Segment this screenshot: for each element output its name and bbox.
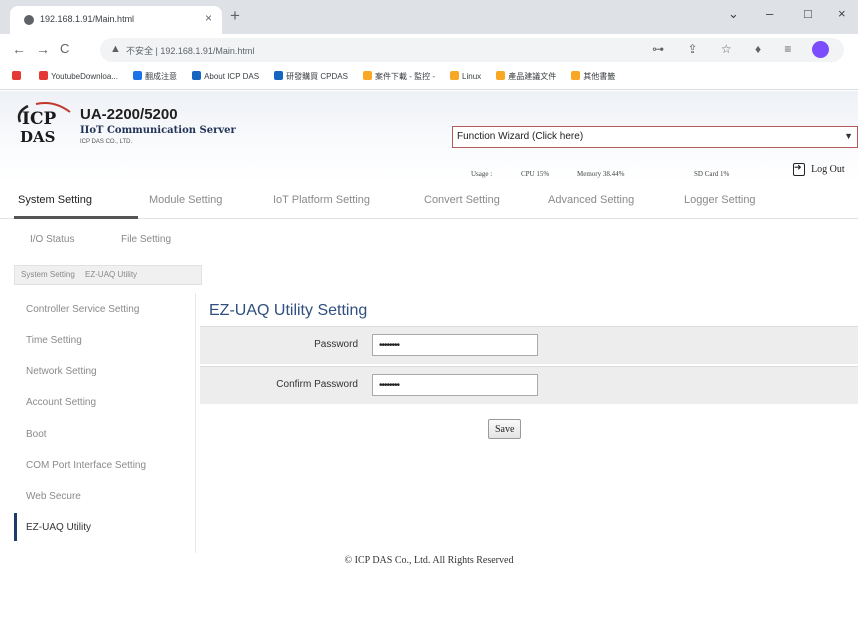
logo-text-bottom: DAS xyxy=(20,128,55,146)
sidebar-item-time[interactable]: Time Setting xyxy=(26,335,82,346)
tab-search-icon[interactable]: ⌄ xyxy=(728,6,739,22)
globe-icon xyxy=(24,15,34,25)
folder-icon xyxy=(571,71,581,80)
back-button[interactable]: ← xyxy=(12,41,26,57)
bookmark-item[interactable] xyxy=(12,71,24,81)
bookmark-icon xyxy=(12,71,21,80)
logout-button[interactable]: Log Out xyxy=(793,162,845,176)
logo-text-top: ICP xyxy=(22,109,56,129)
chevron-down-icon: ▼ xyxy=(844,131,853,141)
new-tab-button[interactable]: + xyxy=(230,6,240,26)
omnibox-icons[interactable]: ⊶ ⇪ ☆ xyxy=(652,42,741,56)
breadcrumb-separator xyxy=(79,270,81,279)
function-wizard-select[interactable]: Function Wizard (Click here) ▼ xyxy=(452,126,858,148)
tab-convert-setting[interactable]: Convert Setting xyxy=(424,194,500,206)
youtube-icon xyxy=(39,71,49,80)
breadcrumb-item[interactable]: System Setting xyxy=(21,270,75,279)
subtab-file-setting[interactable]: File Setting xyxy=(121,234,171,245)
breadcrumb-item[interactable]: EZ-UAQ Utility xyxy=(85,270,137,279)
breadcrumb: System Setting EZ-UAQ Utility xyxy=(14,265,202,285)
cpu-usage: CPU 15% xyxy=(521,170,550,178)
page-title: EZ-UAQ Utility Setting xyxy=(209,302,368,319)
security-label: 不安全 xyxy=(126,46,154,56)
sidebar-item-web-secure[interactable]: Web Secure xyxy=(26,491,81,502)
bookmark-icon xyxy=(274,71,284,80)
product-model: UA-2200/5200 xyxy=(80,106,178,123)
reload-button[interactable]: C xyxy=(60,41,69,56)
bookmark-item[interactable]: 產品建議文件 xyxy=(496,71,556,82)
close-window-button[interactable]: × xyxy=(838,6,846,21)
forward-button[interactable]: → xyxy=(36,41,50,57)
url-text: 192.168.1.91/Main.html xyxy=(160,46,255,56)
address-bar[interactable]: ▲ 不安全 | 192.168.1.91/Main.html ⊶ ⇪ ☆ ♦ ≡… xyxy=(100,38,844,62)
memory-usage: Memory 38.44% xyxy=(577,170,625,178)
profile-avatar[interactable] xyxy=(812,41,829,58)
bookmark-icon xyxy=(192,71,202,80)
product-subtitle: IIoT Communication Server xyxy=(80,125,236,136)
confirm-password-label: Confirm Password xyxy=(276,379,358,390)
confirm-password-row: Confirm Password xyxy=(200,366,858,404)
tab-advanced-setting[interactable]: Advanced Setting xyxy=(548,194,634,206)
sidebar-item-ez-uaq[interactable]: EZ-UAQ Utility xyxy=(26,522,91,533)
password-row: Password xyxy=(200,326,858,364)
bookmark-item[interactable]: 翻成注意 xyxy=(133,71,177,82)
sidebar-item-controller-service[interactable]: Controller Service Setting xyxy=(26,304,139,315)
tab-system-setting[interactable]: System Setting xyxy=(18,194,92,206)
subtab-io-status[interactable]: I/O Status xyxy=(30,234,74,245)
save-button[interactable]: Save xyxy=(488,419,522,439)
sidebar-item-com-port[interactable]: COM Port Interface Setting xyxy=(26,460,146,471)
bookmark-item[interactable]: Linux xyxy=(450,71,481,81)
company-name: ICP DAS CO., LTD. xyxy=(80,139,133,145)
usage-label: Usage : xyxy=(471,170,493,178)
sidebar-item-boot[interactable]: Boot xyxy=(26,429,47,440)
maximize-button[interactable]: □ xyxy=(804,6,812,21)
bookmark-icon xyxy=(362,71,372,80)
footer-copyright: © ICP DAS Co., Ltd. All Rights Reserved xyxy=(344,555,514,566)
tab-module-setting[interactable]: Module Setting xyxy=(149,194,222,206)
logout-label: Log Out xyxy=(811,164,845,175)
browser-tabstrip: 192.168.1.91/Main.html × + ⌄ – □ × xyxy=(0,0,858,34)
browser-tab[interactable]: 192.168.1.91/Main.html × xyxy=(10,6,222,34)
sdcard-usage: SD Card 1% xyxy=(694,170,730,178)
bookmark-icon xyxy=(133,71,142,80)
bookmarks-bar: YoutubeDownloa... 翻成注意 About ICP DAS 研發購… xyxy=(0,66,858,90)
address-bar-icons[interactable]: ⊶ ⇪ ☆ ♦ ≡ □ xyxy=(652,42,832,56)
tab-close-icon[interactable]: × xyxy=(205,11,212,25)
warning-icon: ▲ xyxy=(110,43,121,55)
bookmark-item[interactable]: 研發購買 CPDAS xyxy=(274,71,348,82)
active-tab-indicator xyxy=(14,216,138,219)
password-field[interactable] xyxy=(372,334,538,356)
password-label: Password xyxy=(314,339,358,350)
tab-title: 192.168.1.91/Main.html xyxy=(40,14,135,24)
folder-icon xyxy=(450,71,460,80)
bookmark-item[interactable]: YoutubeDownloa... xyxy=(39,71,118,81)
active-item-indicator xyxy=(14,513,17,541)
tab-logger-setting[interactable]: Logger Setting xyxy=(684,194,756,206)
sidebar: Controller Service Setting Time Setting … xyxy=(14,293,196,553)
confirm-password-field[interactable] xyxy=(372,374,538,396)
sidebar-item-account[interactable]: Account Setting xyxy=(26,397,96,408)
sidebar-item-network[interactable]: Network Setting xyxy=(26,366,97,377)
icp-das-logo-icon: ICP DAS xyxy=(17,102,71,146)
bookmark-item[interactable]: 案件下載 - 監控 - xyxy=(362,71,435,82)
tab-iot-platform-setting[interactable]: IoT Platform Setting xyxy=(273,194,370,206)
folder-icon xyxy=(496,71,506,80)
bookmark-item[interactable]: About ICP DAS xyxy=(192,71,259,81)
function-wizard-value: Function Wizard (Click here) xyxy=(457,131,584,142)
browser-toolbar: ← → C ▲ 不安全 | 192.168.1.91/Main.html ⊶ ⇪… xyxy=(0,34,858,66)
logout-icon xyxy=(793,162,805,176)
bookmark-item[interactable]: 其他書籤 xyxy=(571,71,615,82)
minimize-button[interactable]: – xyxy=(766,6,773,21)
